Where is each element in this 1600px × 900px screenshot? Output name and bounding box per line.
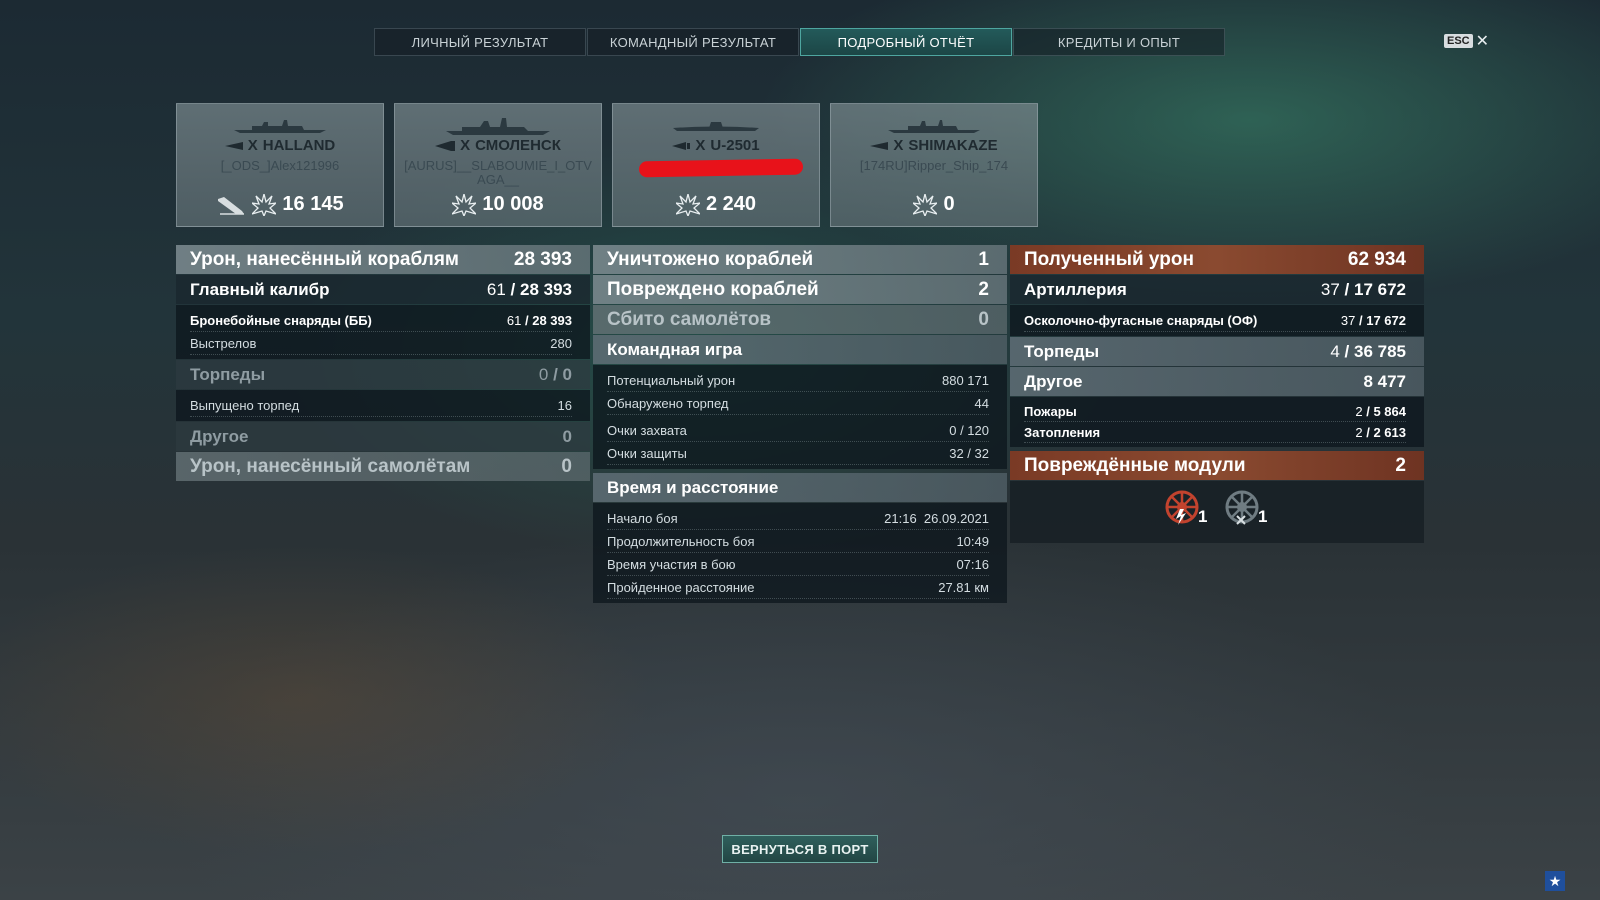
ships-destroyed-row: Уничтожено кораблей 1 — [593, 245, 1007, 274]
battle-duration-line: Продолжительность боя 10:49 — [607, 530, 989, 553]
return-to-port-button[interactable]: ВЕРНУТЬСЯ В ПОРТ — [722, 835, 878, 863]
ship-tier: X — [460, 137, 471, 154]
damaged-modules-icons: 1 1 — [1010, 481, 1424, 543]
he-shells-line: Осколочно-фугасные снаряды (ОФ) 37 / 17 … — [1024, 309, 1406, 332]
ship-tier: X — [695, 137, 706, 154]
team-play-header: Командная игра — [593, 335, 1007, 364]
player-name: [174RU]Ripper_Ship_174 — [859, 158, 1009, 173]
ship-name: СМОЛЕНСК — [475, 137, 561, 154]
main-battery-details: Бронебойные снаряды (ББ) 61 / 28 393 Выс… — [176, 305, 590, 359]
ship-tier: X — [247, 137, 258, 154]
tab-credits-xp[interactable]: КРЕДИТЫ И ОПЫТ — [1013, 28, 1225, 56]
star-icon[interactable]: ★ — [1545, 871, 1565, 891]
time-distance-details: Начало боя 21:16 26.09.2021 Продолжитель… — [593, 503, 1007, 603]
received-other-row: Другое 8 477 — [1010, 367, 1424, 396]
potential-damage-line: Потенциальный урон 880 171 — [607, 369, 989, 392]
destroyer-class-icon — [870, 141, 889, 150]
floods-line: Затопления 2 / 2 613 — [1024, 422, 1406, 443]
sunk-ship-icon — [218, 196, 245, 215]
ship-tier: X — [893, 137, 904, 154]
damage-dealt-panel: Урон, нанесённый кораблям 28 393 Главный… — [176, 245, 590, 482]
damage-to-ships-row: Урон, нанесённый кораблям 28 393 — [176, 245, 590, 274]
cruiser-silhouette-icon — [446, 118, 550, 135]
cruiser-class-icon — [435, 140, 456, 151]
damaged-modules-row: Повреждённые модули 2 — [1010, 451, 1424, 480]
engine-incapacitated-icon — [1225, 490, 1259, 525]
tab-personal-result[interactable]: ЛИЧНЫЙ РЕЗУЛЬТАТ — [374, 28, 586, 56]
redaction-mark — [638, 158, 804, 178]
steering-gear-damaged-icon — [1165, 490, 1199, 525]
esc-key-icon: ESC — [1444, 34, 1473, 48]
defense-points-line: Очки защиты 32 / 32 — [607, 442, 989, 465]
ap-shells-line: Бронебойные снаряды (ББ) 61 / 28 393 — [190, 309, 572, 332]
other-damage-row: Другое 0 — [176, 422, 590, 451]
ship-damage: 16 145 — [282, 193, 344, 215]
damage-burst-icon — [452, 193, 477, 216]
tab-bar: ЛИЧНЫЙ РЕЗУЛЬТАТ КОМАНДНЫЙ РЕЗУЛЬТАТ ПОД… — [374, 28, 1226, 56]
submarine-silhouette-icon — [673, 122, 759, 131]
distance-traveled-line: Пройденное расстояние 27.81 км — [607, 576, 989, 599]
main-battery-row: Главный калибр 61 / 28 393 — [176, 275, 590, 304]
damage-burst-icon — [675, 193, 700, 216]
destroyer-silhouette-icon — [234, 120, 326, 133]
damage-to-planes-row: Урон, нанесённый самолётам 0 — [176, 452, 590, 481]
tab-team-result[interactable]: КОМАНДНЫЙ РЕЗУЛЬТАТ — [587, 28, 799, 56]
team-play-details: Потенциальный урон 880 171 Обнаружено то… — [593, 365, 1007, 469]
shots-line: Выстрелов 280 — [190, 332, 572, 355]
spotted-torpedoes-line: Обнаружено торпед 44 — [607, 392, 989, 415]
close-button[interactable]: ESC ✕ — [1444, 31, 1489, 51]
ship-card-shimakaze[interactable]: X SHIMAKAZE [174RU]Ripper_Ship_174 0 — [830, 103, 1038, 227]
ship-name: HALLAND — [262, 137, 336, 154]
player-name: [AURUS]__SLABOUMIE_I_OTVAGA__ — [404, 158, 592, 187]
ships-damaged-row: Повреждено кораблей 2 — [593, 275, 1007, 304]
received-damage-row: Полученный урон 62 934 — [1010, 245, 1424, 274]
tab-detailed-report[interactable]: ПОДРОБНЫЙ ОТЧЁТ — [800, 28, 1012, 56]
ship-damage: 10 008 — [482, 193, 544, 215]
ship-name: U-2501 — [710, 137, 760, 154]
artillery-details: Осколочно-фугасные снаряды (ОФ) 37 / 17 … — [1010, 305, 1424, 336]
time-distance-header: Время и расстояние — [593, 473, 1007, 502]
fires-line: Пожары 2 / 5 864 — [1024, 401, 1406, 422]
module-engine: 1 — [1224, 489, 1267, 527]
damage-received-panel: Полученный урон 62 934 Артиллерия 37 / 1… — [1010, 245, 1424, 543]
participation-time-line: Время участия в бою 07:16 — [607, 553, 989, 576]
player-name: [_ODS_]Alex121996 — [220, 158, 340, 173]
torpedo-details: Выпущено торпед 16 — [176, 390, 590, 421]
close-icon: ✕ — [1475, 33, 1490, 50]
submarine-class-icon — [672, 141, 691, 150]
damage-burst-icon — [252, 193, 277, 216]
received-torpedoes-row: Торпеды 4 / 36 785 — [1010, 337, 1424, 366]
destroyer-silhouette-icon — [888, 120, 980, 133]
battle-stats-panel: Уничтожено кораблей 1 Повреждено корабле… — [593, 245, 1007, 604]
ship-damage: 0 — [943, 193, 955, 215]
ship-card-smolensk[interactable]: X СМОЛЕНСК [AURUS]__SLABOUMIE_I_OTVAGA__… — [394, 103, 602, 227]
torpedoes-launched-line: Выпущено торпед 16 — [190, 394, 572, 417]
damage-burst-icon — [913, 193, 938, 216]
module-steering: 1 — [1164, 489, 1207, 527]
artillery-row: Артиллерия 37 / 17 672 — [1010, 275, 1424, 304]
battle-start-line: Начало боя 21:16 26.09.2021 — [607, 507, 989, 530]
torpedoes-row: Торпеды 0 / 0 — [176, 360, 590, 389]
other-damage-details: Пожары 2 / 5 864 Затопления 2 / 2 613 — [1010, 397, 1424, 447]
destroyer-class-icon — [224, 141, 243, 150]
ship-name: SHIMAKAZE — [908, 137, 998, 154]
ship-card-halland[interactable]: X HALLAND [_ODS_]Alex121996 16 145 — [176, 103, 384, 227]
ship-card-u2501[interactable]: X U-2501 2 240 — [612, 103, 820, 227]
capture-points-line: Очки захвата 0 / 120 — [607, 419, 989, 442]
planes-shot-down-row: Сбито самолётов 0 — [593, 305, 1007, 334]
ship-damage: 2 240 — [705, 193, 757, 215]
